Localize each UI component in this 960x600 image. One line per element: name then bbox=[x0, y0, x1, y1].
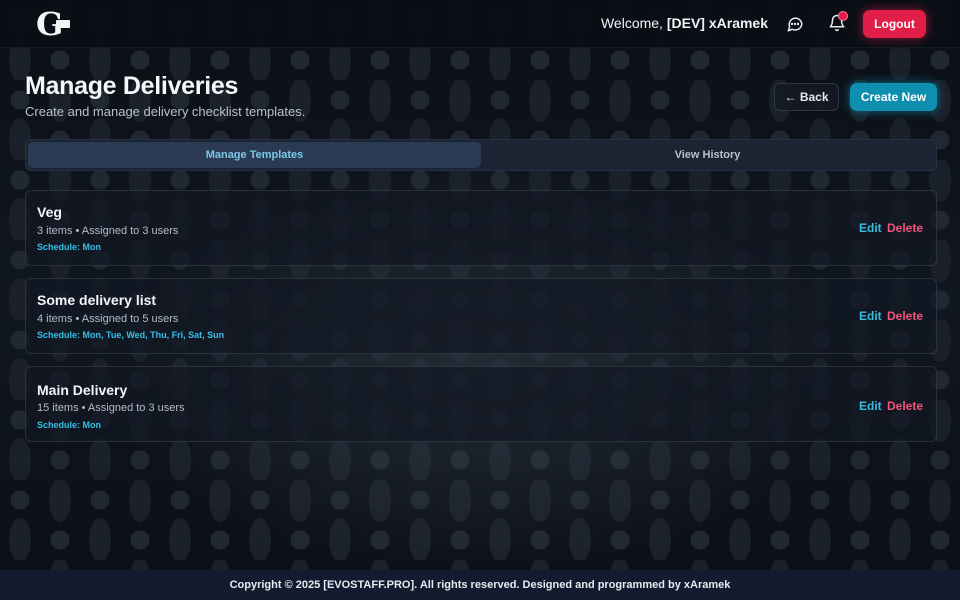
edit-button[interactable]: Edit bbox=[859, 309, 882, 323]
template-card: Veg 3 items • Assigned to 3 users Schedu… bbox=[25, 190, 937, 266]
template-name: Main Delivery bbox=[37, 382, 128, 398]
edit-button[interactable]: Edit bbox=[859, 221, 882, 235]
welcome-prefix: Welcome, bbox=[600, 15, 667, 31]
tab-view-history[interactable]: View History bbox=[481, 142, 934, 168]
delete-button[interactable]: Delete bbox=[887, 221, 923, 235]
site-logo[interactable]: G bbox=[36, 6, 76, 42]
page-subtitle: Create and manage delivery checklist tem… bbox=[25, 104, 306, 119]
logout-button[interactable]: Logout bbox=[863, 10, 926, 38]
logo-mark bbox=[56, 20, 70, 28]
template-name: Veg bbox=[37, 204, 62, 220]
delete-button[interactable]: Delete bbox=[887, 399, 923, 413]
username: [DEV] xAramek bbox=[666, 15, 768, 31]
back-button[interactable]: ← Back bbox=[774, 83, 839, 111]
template-meta: 4 items • Assigned to 5 users bbox=[37, 313, 179, 325]
page-title: Manage Deliveries bbox=[25, 72, 239, 100]
template-schedule: Schedule: Mon, Tue, Wed, Thu, Fri, Sat, … bbox=[37, 330, 225, 340]
copyright-text: Copyright © 2025 [EVOSTAFF.PRO]. All rig… bbox=[229, 579, 731, 591]
footer: Copyright © 2025 [EVOSTAFF.PRO]. All rig… bbox=[0, 570, 960, 600]
tab-manage-templates[interactable]: Manage Templates bbox=[28, 142, 481, 168]
template-meta: 15 items • Assigned to 3 users bbox=[37, 402, 185, 414]
template-card: Main Delivery 15 items • Assigned to 3 u… bbox=[25, 366, 937, 442]
template-schedule: Schedule: Mon bbox=[37, 242, 102, 252]
create-new-button[interactable]: Create New bbox=[850, 83, 937, 111]
delete-button[interactable]: Delete bbox=[887, 309, 923, 323]
edit-button[interactable]: Edit bbox=[859, 399, 882, 413]
chat-bubble-icon[interactable] bbox=[786, 15, 804, 33]
template-card: Some delivery list 4 items • Assigned to… bbox=[25, 278, 937, 354]
notification-badge bbox=[838, 11, 848, 21]
tab-bar: Manage Templates View History bbox=[25, 139, 937, 171]
template-meta: 3 items • Assigned to 3 users bbox=[37, 225, 179, 237]
template-name: Some delivery list bbox=[37, 292, 157, 308]
template-schedule: Schedule: Mon bbox=[37, 420, 102, 430]
top-navbar: G Welcome, [DEV] xAramek Logout bbox=[0, 0, 960, 48]
welcome-message: Welcome, [DEV] xAramek bbox=[601, 15, 768, 31]
